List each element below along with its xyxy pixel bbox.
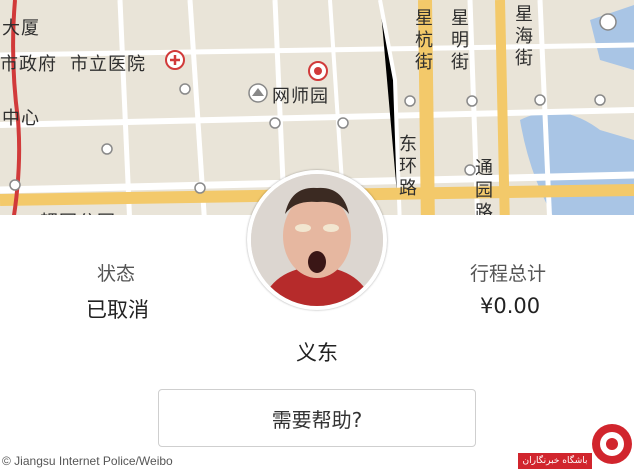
map-label-xinghang: 星杭街 bbox=[415, 8, 433, 73]
watermark-text: باشگاه خبرنگاران bbox=[518, 453, 592, 469]
map-label-xingming: 星明街 bbox=[451, 8, 469, 73]
photo-credit: © Jiangsu Internet Police/Weibo bbox=[2, 454, 173, 468]
driver-name: 义东 bbox=[296, 341, 338, 365]
driver-avatar[interactable] bbox=[247, 170, 387, 310]
poi-icon bbox=[599, 13, 617, 31]
map-label-donghuan: 东环路 bbox=[399, 134, 417, 199]
status-value: 已取消 bbox=[86, 298, 149, 322]
map-label-hospital: 市立医院 bbox=[70, 54, 146, 75]
total-value: ¥0.00 bbox=[480, 294, 541, 318]
map-label-zhengfu: 市政府 bbox=[0, 54, 57, 75]
total-label: 行程总计 bbox=[470, 263, 547, 285]
status-label: 状态 bbox=[97, 263, 136, 285]
driver-photo bbox=[251, 174, 383, 306]
map-label-dasha: 大厦 bbox=[2, 18, 40, 39]
map-label-zhongxin: 中心 bbox=[2, 108, 40, 129]
map-label-xinghai: 星海街 bbox=[515, 4, 533, 69]
need-help-button[interactable]: 需要帮助? bbox=[158, 389, 476, 447]
map-label-wangshiyuan: 网师园 bbox=[272, 86, 329, 107]
